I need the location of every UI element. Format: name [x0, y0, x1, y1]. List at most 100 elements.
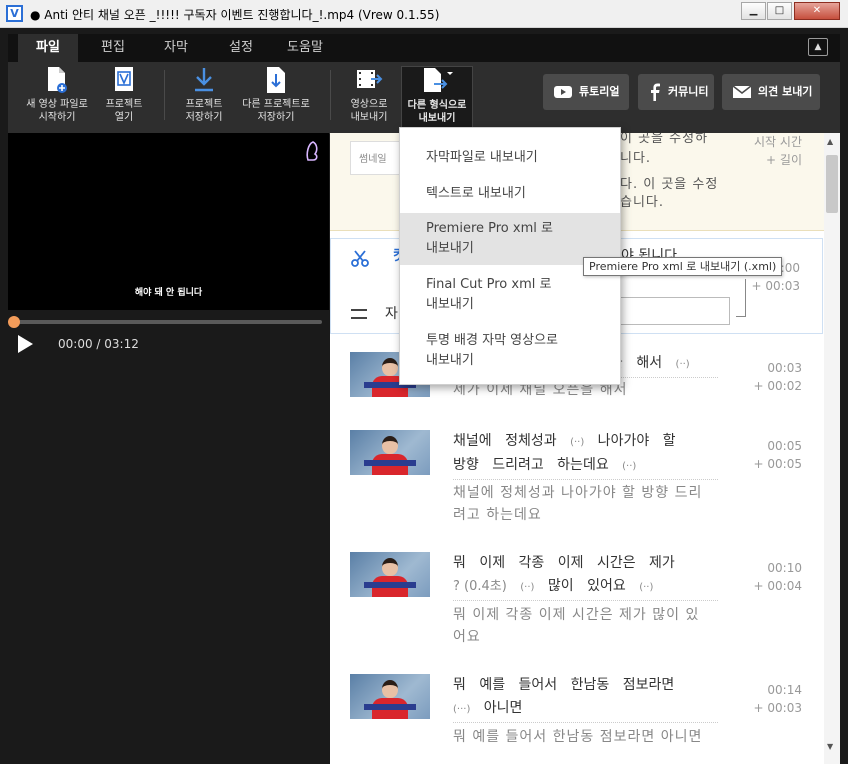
clip-words[interactable]: 을 해서 (··) — [610, 352, 718, 378]
community-button[interactable]: 커뮤니티 — [638, 74, 714, 110]
notice-meta-length: + 길이 — [766, 153, 802, 167]
video-preview[interactable]: 해야 돼 안 됩니다 — [8, 133, 329, 310]
save-as-label-2: 저장하기 — [257, 112, 295, 123]
play-button[interactable] — [18, 335, 33, 353]
feedback-label: 의견 보내기 — [758, 85, 813, 98]
community-label: 커뮤니티 — [668, 85, 709, 98]
scissors-icon[interactable] — [351, 249, 369, 267]
tab-subtitle[interactable]: 자막 — [146, 34, 206, 62]
clip-word-text[interactable]: 채널에 정체성과 — [453, 433, 570, 449]
download-icon — [195, 68, 213, 92]
clip-word-text[interactable]: 아니면 — [470, 700, 523, 716]
ribbon-separator — [164, 70, 165, 120]
menu-item-export-subtitle-file[interactable]: 자막파일로 내보내기 — [400, 148, 620, 168]
editor-scrollbar[interactable]: ▲ ▼ — [824, 133, 840, 764]
export-other-label-1: 다른 형식으로 — [407, 100, 467, 111]
save-as-button[interactable]: 다른 프로젝트로 저장하기 — [236, 66, 316, 128]
tab-edit[interactable]: 편집 — [83, 34, 143, 62]
clip-thumbnail[interactable] — [350, 430, 430, 475]
new-project-button[interactable]: 새 영상 파일로 시작하기 — [22, 66, 92, 128]
save-project-label-1: 프로젝트 — [185, 99, 223, 110]
enter-icon — [736, 279, 746, 317]
menu-item-label: 내보내기 — [426, 353, 474, 368]
clip-subtitle-line-2[interactable]: 려고 하는데요 — [453, 504, 718, 526]
tutorial-button[interactable]: 튜토리얼 — [543, 74, 629, 110]
menu-item-export-finalcut-xml[interactable]: Final Cut Pro xml 로 내보내기 — [400, 275, 620, 315]
video-progress-bar[interactable] — [14, 320, 322, 324]
notice-line-4: 습니다. — [620, 195, 665, 210]
save-as-label-1: 다른 프로젝트로 — [242, 99, 310, 110]
menu-item-label: Final Cut Pro xml 로 — [426, 277, 552, 292]
window-title: ● Anti 안티 채널 오픈 _!!!!! 구독자 이벤트 진행합니다_!.m… — [30, 8, 440, 22]
pause-marker[interactable]: (··) — [639, 582, 653, 593]
clip-thumbnail[interactable] — [350, 552, 430, 597]
scroll-up-icon[interactable]: ▲ — [827, 137, 833, 146]
clip-length: + 00:03 — [751, 279, 800, 293]
ribbon-separator — [330, 70, 331, 120]
menu-item-export-transparent-video[interactable]: 투명 배경 자막 영상으로 내보내기 — [400, 331, 620, 371]
menu-item-label: 내보내기 — [426, 241, 474, 256]
save-project-label-2: 저장하기 — [185, 112, 223, 123]
tab-help[interactable]: 도움말 — [275, 34, 335, 62]
clip-word-text[interactable]: 뭐 이제 각종 이제 시간은 제가 — [453, 555, 675, 571]
playback-time: 00:00 / 03:12 — [58, 337, 139, 351]
close-button[interactable]: ✕ — [794, 2, 840, 20]
clip-word-text[interactable]: 많이 있어요 — [534, 578, 639, 594]
save-project-button[interactable]: 프로젝트 저장하기 — [176, 66, 232, 128]
menu-tooltip: Premiere Pro xml 로 내보내기 (.xml) — [583, 257, 783, 276]
file-download-icon — [267, 67, 285, 93]
clip-length: + 00:05 — [753, 457, 802, 471]
tutorial-label: 튜토리얼 — [579, 85, 620, 98]
clip-words[interactable]: 채널에 정체성과 (··) 나아가야 할 방향 드리려고 하는데요 (··) — [453, 430, 718, 480]
silence-marker[interactable]: ? (0.4초) — [453, 579, 507, 594]
clip-subtitle-line-1[interactable]: 채널에 정체성과 나아가야 할 방향 드리 — [453, 482, 718, 504]
export-video-label-1: 영상으로 — [350, 99, 388, 110]
clip-start-time: 00:03 — [767, 361, 802, 375]
pause-marker[interactable]: (···) — [453, 704, 470, 715]
ribbon-toolbar: 새 영상 파일로 시작하기 프로젝트 열기 프로젝트 저장하기 다른 프로젝트로… — [8, 62, 840, 134]
clip-thumbnail[interactable] — [350, 674, 430, 719]
pause-marker[interactable]: (··) — [520, 582, 534, 593]
file-plus-icon — [48, 67, 67, 93]
pause-marker[interactable]: (··) — [622, 461, 636, 472]
clip-length: + 00:03 — [753, 701, 802, 715]
facebook-icon — [651, 83, 660, 101]
feedback-button[interactable]: 의견 보내기 — [722, 74, 820, 110]
clip-length: + 00:02 — [753, 379, 802, 393]
tab-settings[interactable]: 설정 — [211, 34, 271, 62]
collapse-ribbon-button[interactable]: ▲ — [808, 38, 828, 56]
active-subtitle-fragment[interactable]: 자 — [385, 303, 398, 323]
export-format-menu: 자막파일로 내보내기 텍스트로 내보내기 Premiere Pro xml 로 … — [399, 127, 621, 385]
mail-icon — [733, 85, 751, 98]
clip-subtitle-line-2[interactable]: 어요 — [453, 626, 718, 648]
maximize-button[interactable]: □ — [767, 2, 792, 20]
new-project-label-2: 시작하기 — [38, 112, 76, 123]
clip-word-text[interactable]: 나아가야 할 — [584, 433, 676, 449]
vrew-file-icon — [115, 67, 133, 91]
clip-subtitle-line-1[interactable]: 뭐 이제 각종 이제 시간은 제가 많이 있 — [453, 604, 718, 626]
video-progress-knob[interactable] — [8, 316, 20, 328]
film-export-icon — [357, 70, 383, 88]
video-caption: 해야 돼 안 됩니다 — [134, 288, 203, 298]
file-export-icon — [424, 68, 453, 92]
clip-word-text[interactable]: 뭐 예를 들어서 한남동 점보라면 — [453, 677, 674, 693]
open-project-button[interactable]: 프로젝트 열기 — [98, 66, 150, 128]
scrollbar-thumb[interactable] — [826, 155, 838, 213]
clip-length: + 00:04 — [753, 579, 802, 593]
minimize-button[interactable]: ▁ — [741, 2, 766, 20]
clip-words[interactable]: 뭐 이제 각종 이제 시간은 제가 ? (0.4초) (··) 많이 있어요 (… — [453, 552, 718, 601]
export-video-label-2: 내보내기 — [350, 112, 388, 123]
new-project-label-1: 새 영상 파일로 — [26, 99, 88, 110]
menu-icon[interactable] — [351, 309, 367, 319]
pause-marker[interactable]: (··) — [570, 437, 584, 448]
scroll-down-icon[interactable]: ▼ — [827, 742, 833, 751]
notice-line-3: 다. 이 곳을 수정 — [620, 177, 719, 192]
pause-marker[interactable]: (··) — [676, 359, 690, 370]
tab-file[interactable]: 파일 — [18, 34, 78, 62]
export-video-button[interactable]: 영상으로 내보내기 — [342, 66, 396, 128]
clip-subtitle-line-1[interactable]: 뭐 예를 들어서 한남동 점보라면 아니면 — [453, 726, 718, 748]
clip-word-text[interactable]: 방향 드리려고 하는데요 — [453, 457, 622, 473]
menu-item-export-text[interactable]: 텍스트로 내보내기 — [400, 184, 620, 204]
export-other-format-button[interactable]: 다른 형식으로 내보내기 — [401, 66, 473, 128]
clip-words[interactable]: 뭐 예를 들어서 한남동 점보라면 (···) 아니면 — [453, 674, 718, 723]
